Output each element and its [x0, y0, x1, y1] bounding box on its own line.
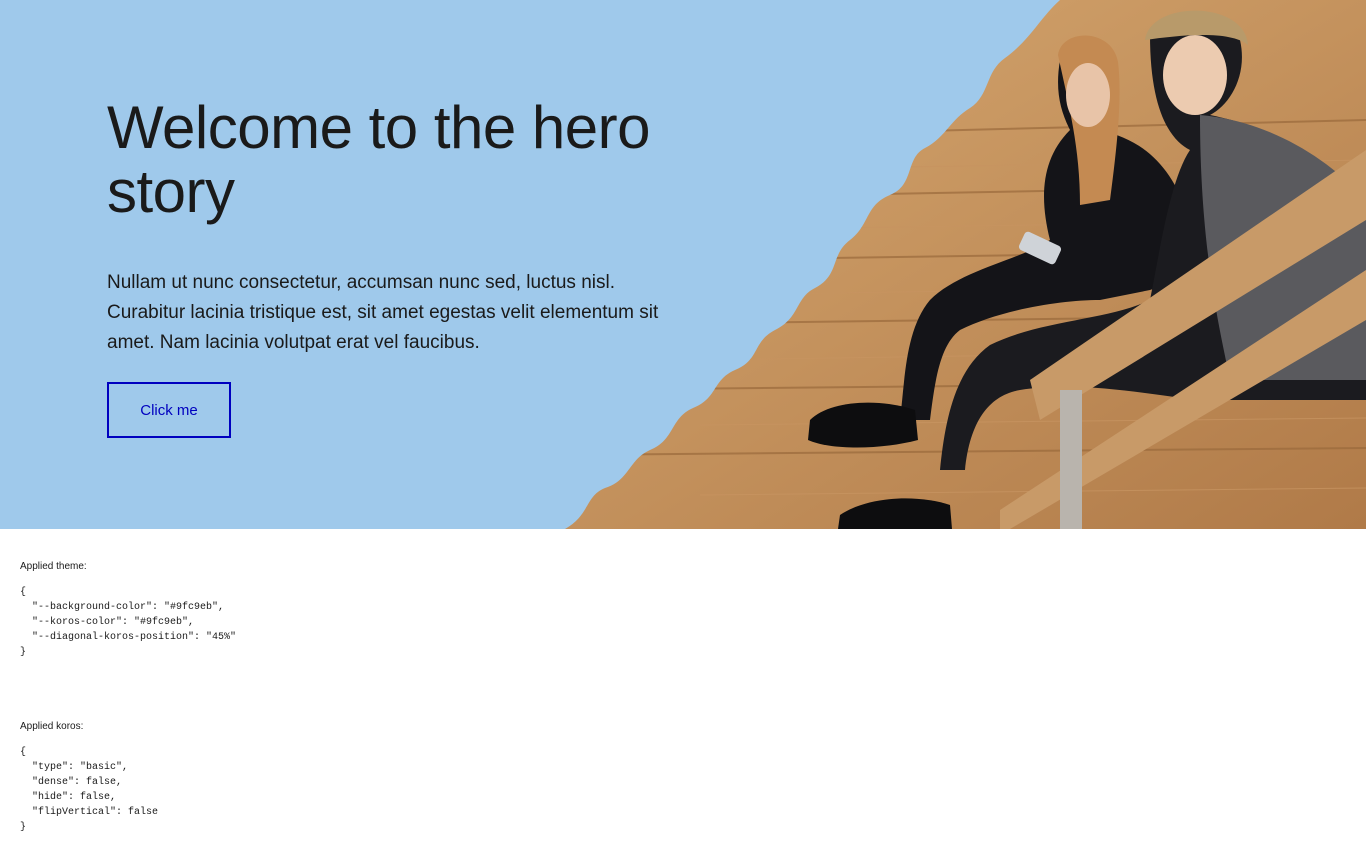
applied-koros-code: { "type": "basic", "dense": false, "hide… — [20, 747, 159, 833]
applied-theme-section: Applied theme: { "--background-color": "… — [20, 561, 236, 660]
click-me-button[interactable]: Click me — [107, 382, 231, 438]
hero-section: Welcome to the hero story Nullam ut nunc… — [0, 0, 1366, 529]
hero-description: Nullam ut nunc consectetur, accumsan nun… — [107, 272, 659, 353]
hero-title: Welcome to the hero story — [107, 94, 651, 225]
applied-theme-code: { "--background-color": "#9fc9eb", "--ko… — [20, 587, 237, 658]
hero-content: Welcome to the hero story Nullam ut nunc… — [107, 96, 707, 438]
applied-koros-label: Applied koros: — [20, 721, 84, 732]
applied-koros-section: Applied koros: { "type": "basic", "dense… — [20, 721, 158, 835]
applied-theme-label: Applied theme: — [20, 561, 87, 572]
